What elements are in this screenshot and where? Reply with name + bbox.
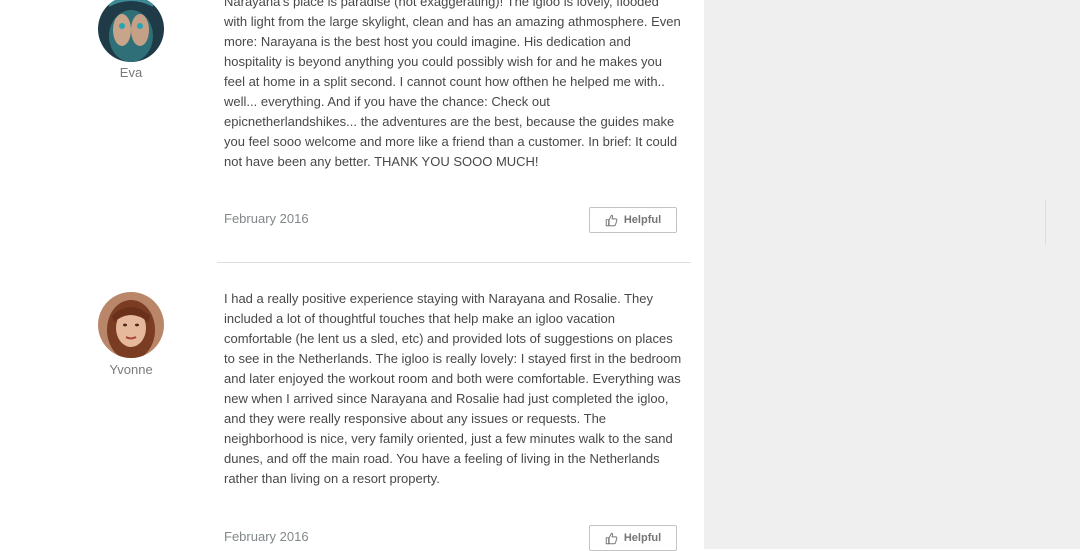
helpful-label: Helpful — [623, 532, 662, 544]
helpful-label: Helpful — [623, 214, 662, 226]
review-text: Narayana's place is paradise (not exagge… — [224, 0, 684, 172]
review-text: I had a really positive experience stayi… — [224, 289, 684, 489]
thumbs-up-icon — [605, 532, 618, 544]
thumbs-up-icon — [605, 214, 618, 226]
avatar[interactable] — [98, 292, 164, 358]
reviewer-name[interactable]: Eva — [90, 65, 172, 80]
helpful-button[interactable]: Helpful — [589, 207, 677, 233]
avatar[interactable] — [98, 0, 164, 62]
helpful-button[interactable]: Helpful — [589, 525, 677, 551]
avatar-photo-icon — [98, 0, 164, 62]
reviewer-name[interactable]: Yvonne — [90, 362, 172, 377]
review-body: I had a really positive experience stayi… — [224, 291, 682, 486]
review-date: February 2016 — [224, 211, 309, 226]
avatar-photo-icon — [98, 292, 164, 358]
review-divider — [217, 262, 691, 263]
right-sidebar-panel — [704, 0, 1080, 549]
review-date: February 2016 — [224, 529, 309, 544]
review-body: Narayana's place is paradise (not exagge… — [224, 0, 681, 169]
sidebar-edge-divider — [1045, 200, 1046, 245]
